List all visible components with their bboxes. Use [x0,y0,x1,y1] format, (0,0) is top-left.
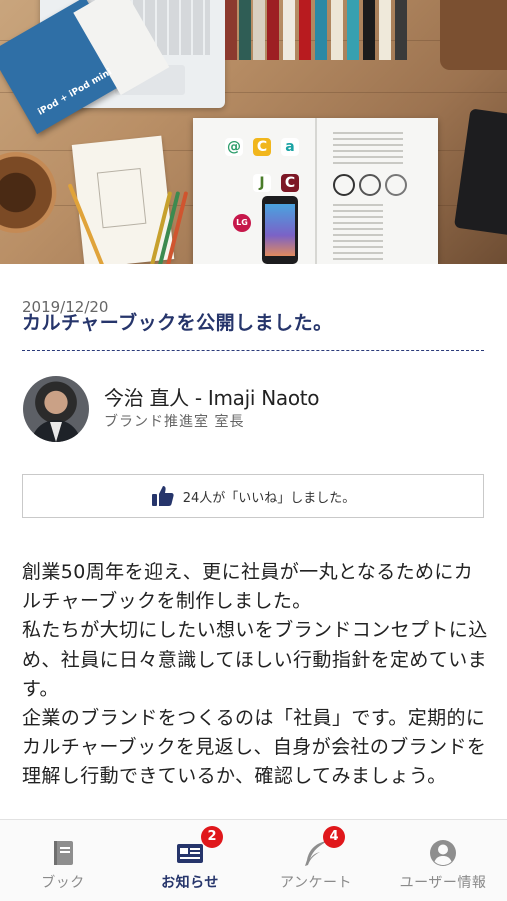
tab-survey[interactable]: 4 アンケート [253,820,379,901]
tab-book-label: ブック [41,875,85,891]
article-body: 創業50周年を迎え、更に社員が一丸となるためにカルチャーブックを制作しました。 … [22,558,490,792]
tab-book[interactable]: ブック [0,820,126,901]
body-paragraph: 企業のブランドをつくるのは「社員」です。定期的にカルチャーブックを見返し、自身が… [22,707,487,788]
smartphone-graphic [262,196,298,264]
hero-image: iPod + iPod mini @ C a J C LG [0,0,507,264]
author-avatar [23,376,89,442]
coffee-cup-graphic [0,145,60,240]
news-icon [177,844,203,863]
user-circle-icon [430,840,456,866]
likes-count-text: 24人が「いいね」しました。 [182,490,356,506]
booklet-graphic: iPod + iPod mini [0,0,170,135]
tab-user-info[interactable]: ユーザー情報 [380,820,506,901]
tab-news-label: お知らせ [161,875,219,891]
author-role: ブランド推進室 室長 [104,414,245,430]
booklet-text: iPod + iPod mini [36,67,114,118]
body-paragraph: 私たちが大切にしたい想いをブランドコンセプトに込め、社員に日々意識してほしい行動… [22,619,488,700]
body-paragraph: 創業50周年を迎え、更に社員が一丸となるためにカルチャーブックを制作しました。 [22,561,474,613]
thumbs-up-icon [151,486,174,506]
tablet-graphic [453,108,507,236]
book-stack-graphic [225,0,485,60]
tab-user-info-label: ユーザー情報 [399,875,487,891]
survey-badge: 4 [323,826,345,848]
title-divider [22,350,484,351]
author-name: 今治 直人 - Imaji Naoto [104,386,320,410]
like-button[interactable]: 24人が「いいね」しました。 [22,474,484,518]
tab-news[interactable]: 2 お知らせ [127,820,253,901]
news-badge: 2 [201,826,223,848]
magazine-graphic: @ C a J C LG [193,118,438,264]
bottom-tab-bar: ブック 2 お知らせ 4 アンケート ユーザー情報 [0,819,507,901]
book-icon [54,841,73,865]
tab-survey-label: アンケート [280,875,352,891]
article-title: カルチャーブックを公開しました。 [22,312,333,334]
